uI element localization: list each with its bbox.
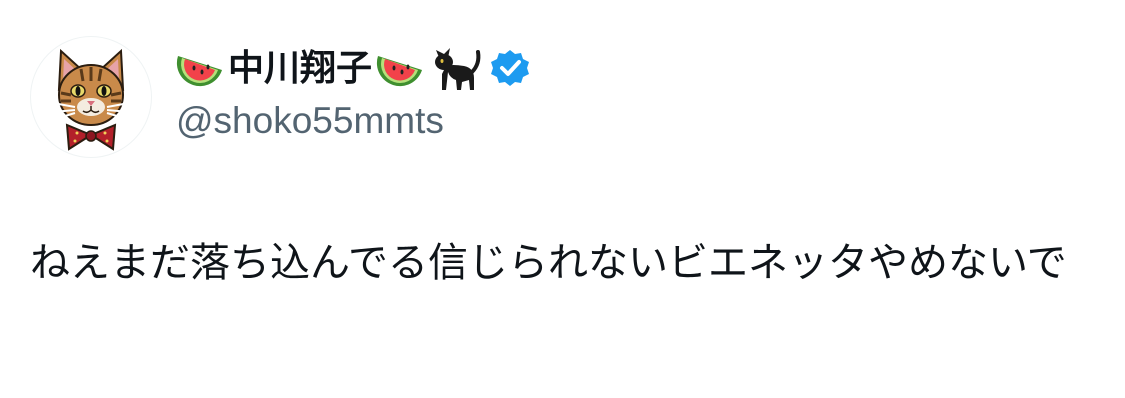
tweet-card: 中川翔子 @shoko55mmts ねえまだ落ち込んでる信じられないビエネッタや… [0,0,1125,398]
tweet-text: ねえまだ落ち込んでる信じられないビエネッタやめないで [30,240,1067,286]
verified-badge-icon[interactable] [488,47,532,91]
avatar[interactable] [30,36,152,158]
user-handle[interactable]: @shoko55mmts [176,97,444,145]
watermelon-icon [374,46,426,92]
black-cat-icon [428,44,484,94]
watermelon-icon [174,46,226,92]
display-name-row[interactable]: 中川翔子 [174,44,532,94]
cat-avatar-icon [52,48,130,151]
display-name: 中川翔子 [228,48,373,89]
